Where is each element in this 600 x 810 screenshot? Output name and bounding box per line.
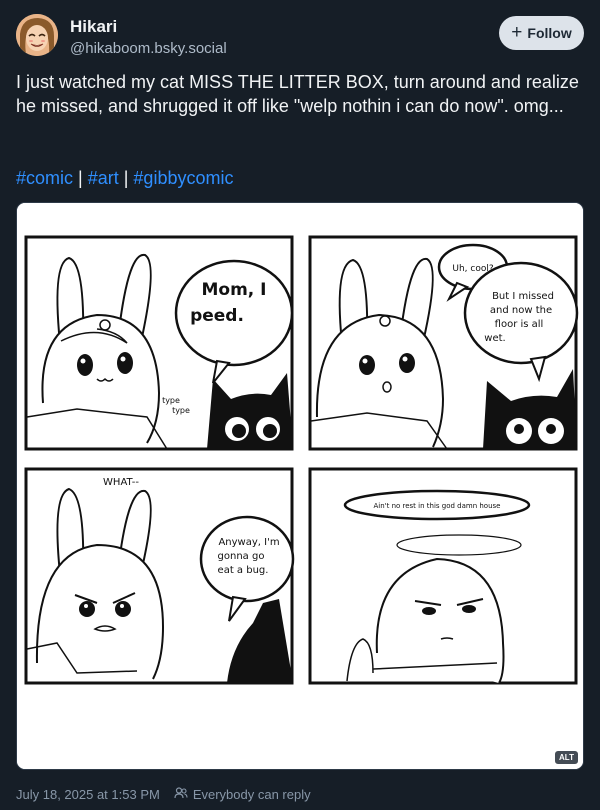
- comic-panel-4: Ain't no rest in this god damn house: [308, 467, 578, 685]
- comic-panel-2: Uh, cool? But I missed and now the floor…: [308, 235, 579, 451]
- tag-separator: |: [78, 168, 83, 188]
- tag-link[interactable]: #comic: [16, 168, 73, 188]
- plus-icon: +: [511, 21, 523, 43]
- comic-panel-3: WHAT-- Anyway, I'm gonna go eat a bug.: [24, 467, 295, 685]
- panel1-speech-line: Mom, I: [201, 280, 266, 300]
- panel3-sfx: WHAT--: [103, 477, 139, 488]
- panel2-speech-line: wet.: [484, 333, 505, 344]
- panel2-speech-line: floor is all: [495, 319, 544, 330]
- post-header: Hikari @hikaboom.bsky.social + Follow: [16, 14, 584, 62]
- comic-panel-1: Mom, I peed. type type: [24, 235, 294, 451]
- tag-link[interactable]: #gibbycomic: [133, 168, 233, 188]
- panel1-speech-line: peed.: [190, 306, 244, 326]
- panel2-speech-line: and now the: [490, 305, 552, 316]
- reply-setting[interactable]: Everybody can reply: [193, 787, 311, 802]
- tag-link[interactable]: #art: [88, 168, 119, 188]
- post-text: I just watched my cat MISS THE LITTER BO…: [16, 72, 579, 116]
- people-icon: [174, 787, 188, 802]
- follow-button[interactable]: + Follow: [499, 16, 584, 50]
- panel3-speech-line: Anyway, I'm: [218, 537, 279, 548]
- post-timestamp[interactable]: July 18, 2025 at 1:53 PM: [16, 787, 160, 802]
- post-tags: #comic | #art | #gibbycomic: [16, 166, 233, 190]
- follow-button-label: Follow: [527, 25, 572, 41]
- author-name[interactable]: Hikari: [70, 17, 117, 37]
- panel3-speech-line: gonna go: [218, 551, 265, 562]
- post-footer: July 18, 2025 at 1:53 PM Everybody can r…: [16, 787, 311, 802]
- author-handle[interactable]: @hikaboom.bsky.social: [70, 40, 227, 57]
- panel1-sfx: type: [172, 406, 190, 415]
- panel2-speech-line: But I missed: [492, 291, 554, 302]
- avatar[interactable]: [16, 14, 58, 56]
- panel4-speech: Ain't no rest in this god damn house: [374, 502, 501, 510]
- panel1-sfx: type: [162, 396, 180, 405]
- tag-separator: |: [123, 168, 129, 188]
- comic-image[interactable]: Mom, I peed. type type Uh, cool? But I m…: [16, 202, 584, 770]
- alt-badge[interactable]: ALT: [555, 751, 578, 764]
- panel3-speech-line: eat a bug.: [218, 565, 269, 576]
